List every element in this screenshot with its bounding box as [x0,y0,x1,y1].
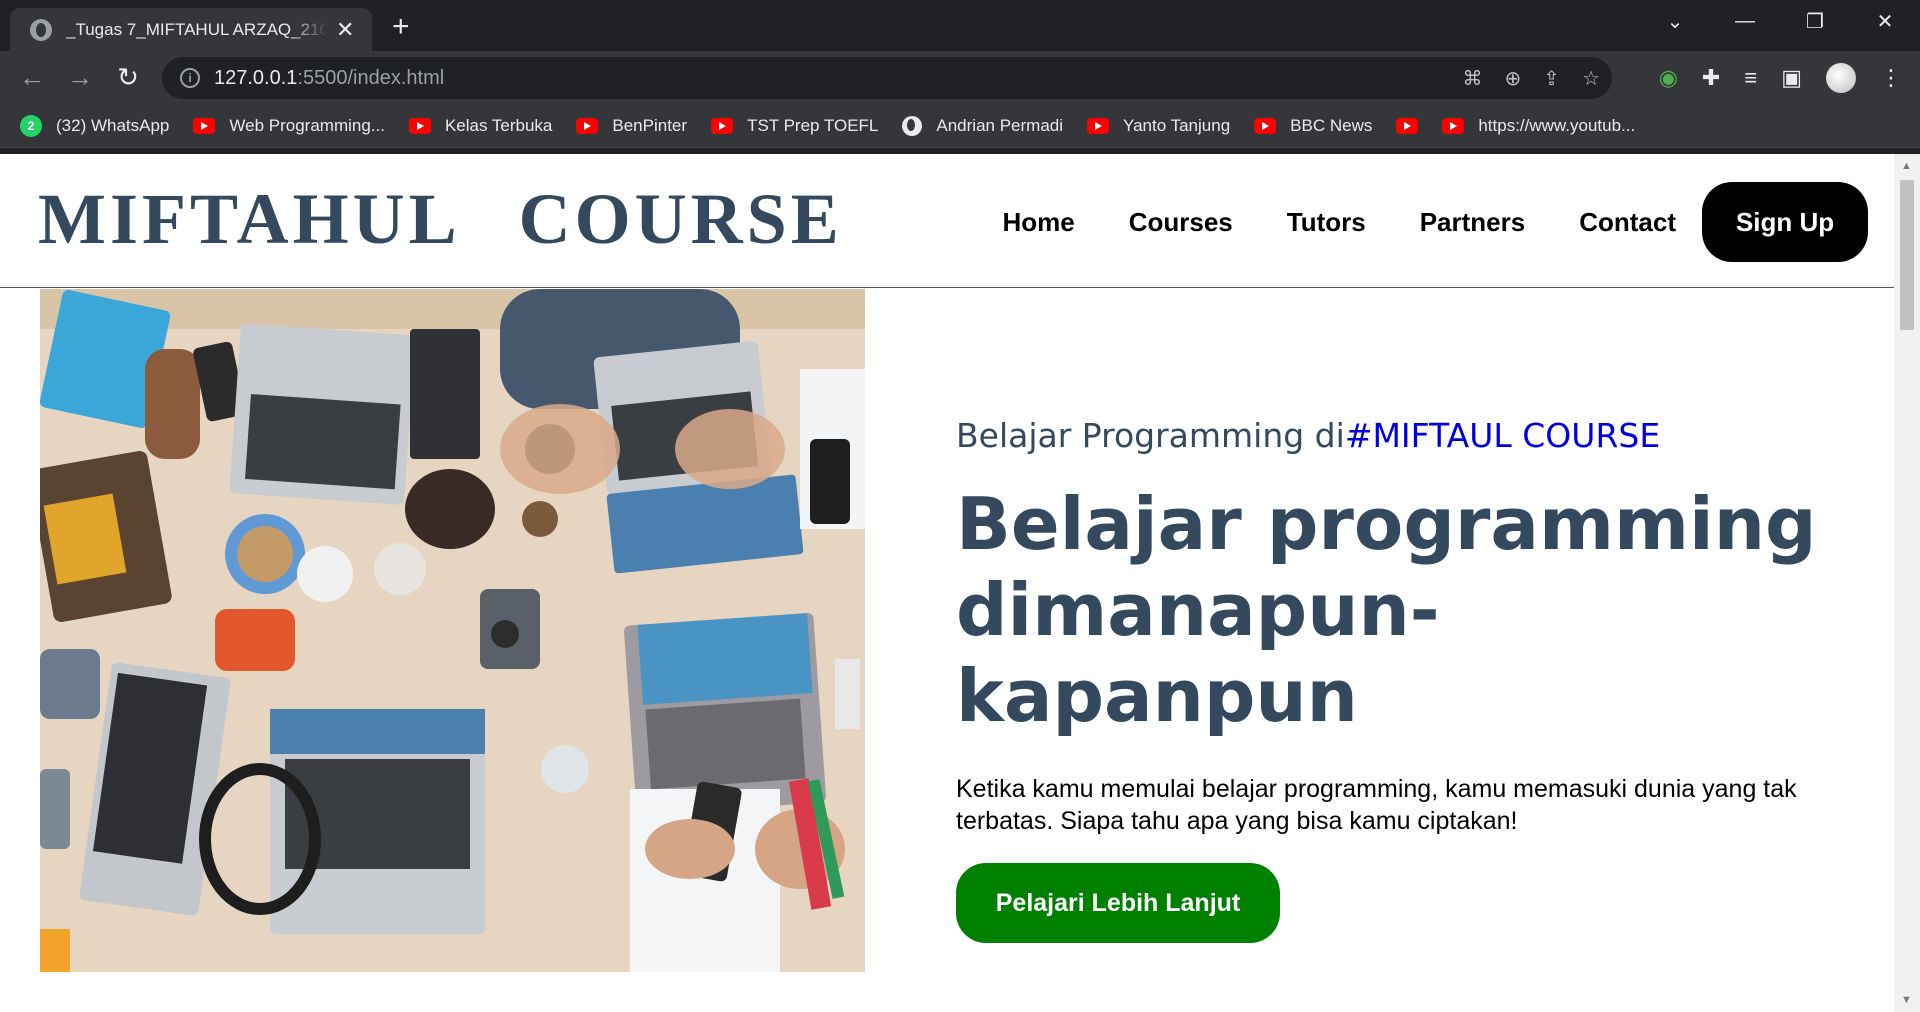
hero-description: Ketika kamu memulai belajar programming,… [956,775,1797,835]
browser-tab-bar: _Tugas 7_MIFTAHUL ARZAQ_2109 ✕ + ⌄ — ❐ ✕ [0,0,1920,51]
youtube-icon [576,117,599,134]
site-logo[interactable]: MIFTAHUL COURSE [38,178,843,261]
browser-tab[interactable]: _Tugas 7_MIFTAHUL ARZAQ_2109 ✕ [10,8,372,51]
nav-contact[interactable]: Contact [1579,207,1676,238]
omnibox-actions: ⌘ ⊕ ⇪ ☆ [1463,57,1600,99]
youtube-icon [408,117,431,134]
tab-search-icon[interactable]: ⌄ [1640,9,1710,34]
close-window-icon[interactable]: ✕ [1850,9,1920,34]
scroll-thumb[interactable] [1900,180,1914,330]
new-tab-icon[interactable]: + [392,12,410,42]
media-queue-icon[interactable]: ≡ [1744,65,1757,91]
extension-area: ◉ ✚ ≡ ▣ ⋮ [1659,59,1902,97]
scroll-down-icon[interactable]: ▼ [1901,994,1912,1006]
site-nav: Home Courses Tutors Partners Contact Sig… [948,182,1868,262]
url-text[interactable]: 127.0.0.1:5500/index.html [214,67,444,90]
side-panel-icon[interactable]: ▣ [1781,65,1802,91]
reload-icon[interactable]: ↻ [104,62,152,93]
nav-home[interactable]: Home [1002,207,1074,238]
scroll-up-icon[interactable]: ▲ [1901,160,1912,172]
bookmark-web-programming[interactable]: Web Programming... [193,116,385,136]
bookmark-kelas-terbuka[interactable]: Kelas Terbuka [408,116,552,136]
hero-image [40,289,865,972]
tab-title: _Tugas 7_MIFTAHUL ARZAQ_2109 [66,19,328,39]
bookmark-tst-prep[interactable]: TST Prep TOEFL [711,116,878,136]
workspace-photo [40,289,865,972]
youtube-icon [711,117,734,134]
bookmark-whatsapp[interactable]: 2 (32) WhatsApp [20,114,169,137]
whatsapp-icon: 2 [20,114,42,137]
globe-icon [902,115,923,136]
close-tab-icon[interactable]: ✕ [336,18,354,41]
hero-eyebrow: Belajar Programming di#MIFTAUL COURSE [956,416,1661,455]
menu-kebab-icon[interactable]: ⋮ [1880,65,1902,91]
address-bar[interactable]: i 127.0.0.1:5500/index.html ⌘ ⊕ ⇪ ☆ [162,57,1612,99]
nav-partners[interactable]: Partners [1420,207,1526,238]
youtube-icon [1442,117,1465,134]
translate-icon[interactable]: ⌘ [1463,66,1483,91]
bookmark-benpinter[interactable]: BenPinter [576,116,687,136]
minimize-icon[interactable]: — [1710,10,1780,33]
bookmarks-bar: 2 (32) WhatsApp Web Programming... Kelas… [0,104,1920,148]
site-header: MIFTAHUL COURSE Home Courses Tutors Part… [0,154,1894,288]
forward-icon[interactable]: → [56,62,104,93]
nav-tutors[interactable]: Tutors [1287,207,1366,238]
hero-headline: Belajar programming dimanapun-kapanpun [956,482,1817,738]
scrollbar[interactable]: ▲ ▼ [1894,154,1920,1012]
signup-button[interactable]: Sign Up [1702,182,1868,262]
extensions-puzzle-icon[interactable]: ✚ [1702,65,1720,91]
youtube-icon [1396,117,1419,134]
hero-hashtag: #MIFTAUL COURSE [1344,416,1661,455]
bookmark-bbc-news[interactable]: BBC News [1254,116,1372,136]
bookmark-star-icon[interactable]: ☆ [1582,66,1600,91]
zoom-icon[interactable]: ⊕ [1505,66,1522,91]
globe-icon [30,18,52,41]
window-controls: ⌄ — ❐ ✕ [1640,0,1920,42]
profile-avatar[interactable] [1826,63,1856,93]
share-icon[interactable]: ⇪ [1543,66,1560,91]
browser-toolbar: ← → ↻ i 127.0.0.1:5500/index.html ⌘ ⊕ ⇪ … [0,51,1920,104]
hero-text: Belajar Programming di#MIFTAUL COURSE Be… [956,416,1836,943]
bookmark-yanto-tanjung[interactable]: Yanto Tanjung [1087,116,1230,136]
bookmark-youtube-unnamed[interactable] [1396,117,1419,134]
bookmark-youtube-url[interactable]: https://www.youtub... [1442,116,1635,136]
learn-more-button[interactable]: Pelajari Lebih Lanjut [956,863,1280,943]
youtube-icon [1254,117,1277,134]
nav-courses[interactable]: Courses [1129,207,1233,238]
extension-globe-icon[interactable]: ◉ [1659,65,1678,91]
info-icon[interactable]: i [180,68,200,88]
youtube-icon [193,117,216,134]
back-icon[interactable]: ← [8,62,56,93]
restore-icon[interactable]: ❐ [1780,9,1850,34]
page-viewport: MIFTAHUL COURSE Home Courses Tutors Part… [0,154,1920,1012]
youtube-icon [1087,117,1110,134]
bookmark-andrian-permadi[interactable]: Andrian Permadi [902,115,1063,136]
